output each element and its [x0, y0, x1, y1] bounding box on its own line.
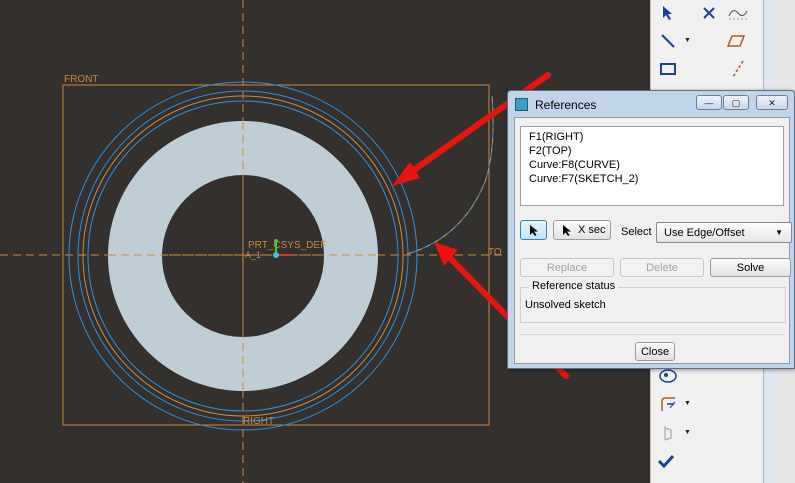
- modify-dropdown-icon[interactable]: ▼: [684, 429, 691, 436]
- list-item[interactable]: Curve:F8(CURVE): [529, 159, 620, 171]
- list-item[interactable]: F2(TOP): [529, 145, 572, 157]
- separator: [520, 334, 784, 335]
- maximize-button[interactable]: ▢: [723, 95, 749, 110]
- right-datum-label: RIGHT: [243, 416, 275, 427]
- xsec-label: X sec: [578, 224, 606, 236]
- replace-button[interactable]: Replace: [520, 258, 614, 277]
- chevron-down-icon: ▼: [775, 228, 783, 237]
- xsec-button[interactable]: X sec: [553, 220, 611, 240]
- delete-x-icon[interactable]: [698, 2, 720, 24]
- pick-reference-button[interactable]: [520, 220, 547, 240]
- close-window-button[interactable]: ✕: [756, 95, 788, 110]
- axis-label: A_1: [245, 250, 262, 260]
- cursor-icon: [563, 225, 571, 236]
- solve-button[interactable]: Solve: [710, 258, 791, 277]
- close-button[interactable]: Close: [635, 342, 675, 361]
- reference-status-title: Reference status: [529, 280, 619, 292]
- reference-status-group: Reference status Unsolved sketch: [520, 280, 786, 323]
- checkmark-icon[interactable]: [655, 450, 677, 472]
- minimize-button[interactable]: —: [696, 95, 722, 110]
- trim-icon[interactable]: [657, 393, 679, 415]
- rectangle-icon[interactable]: [657, 58, 679, 80]
- top-datum-label: TO: [488, 247, 502, 258]
- select-dropdown[interactable]: Use Edge/Offset ▼: [656, 222, 792, 243]
- parallelogram-icon[interactable]: [725, 30, 747, 52]
- list-item[interactable]: Curve:F7(SKETCH_2): [529, 173, 638, 185]
- trim-dropdown-icon[interactable]: ▼: [684, 400, 691, 407]
- select-arrow-icon[interactable]: [657, 2, 679, 24]
- app-icon: [515, 98, 528, 111]
- line-dropdown-icon[interactable]: ▼: [684, 37, 691, 44]
- reference-status-value: Unsolved sketch: [525, 299, 606, 311]
- delete-button[interactable]: Delete: [620, 258, 704, 277]
- centerline-icon[interactable]: [727, 58, 749, 80]
- csys-origin: [273, 252, 279, 258]
- front-datum-label: FRONT: [64, 74, 99, 85]
- dialog-title: References: [535, 98, 597, 112]
- select-value: Use Edge/Offset: [664, 227, 745, 239]
- references-dialog: References — ▢ ✕ F1(RIGHT) F2(TOP) Curve…: [507, 90, 795, 369]
- modify-icon[interactable]: [657, 422, 679, 444]
- select-label: Select: [621, 226, 652, 238]
- dialog-title-bar[interactable]: References — ▢ ✕: [508, 91, 794, 117]
- dialog-body: F1(RIGHT) F2(TOP) Curve:F8(CURVE) Curve:…: [514, 117, 792, 364]
- references-list[interactable]: F1(RIGHT) F2(TOP) Curve:F8(CURVE) Curve:…: [520, 126, 784, 206]
- spline-icon[interactable]: [727, 2, 749, 24]
- list-item[interactable]: F1(RIGHT): [529, 131, 583, 143]
- line-icon[interactable]: [657, 30, 679, 52]
